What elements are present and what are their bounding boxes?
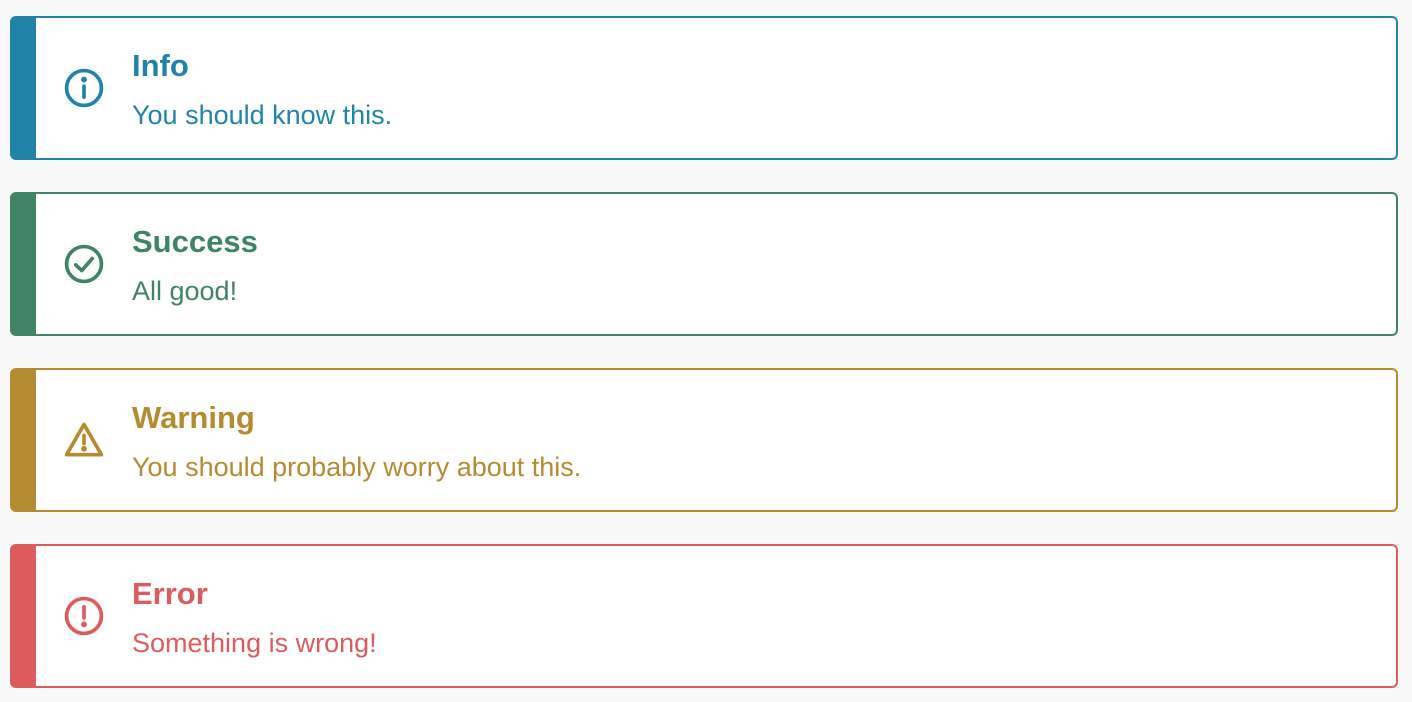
info-icon [62, 66, 106, 110]
alert-info: Info You should know this. [10, 16, 1398, 160]
alert-message: You should probably worry about this. [132, 452, 582, 482]
error-circle-icon [62, 594, 106, 638]
alert-list: Info You should know this. Success All g… [10, 16, 1398, 688]
alert-warning: Warning You should probably worry about … [10, 368, 1398, 512]
alert-title: Success [132, 224, 258, 259]
check-circle-icon [62, 242, 106, 286]
alert-message: You should know this. [132, 100, 393, 130]
alert-message: All good! [132, 276, 238, 306]
alert-error: Error Something is wrong! [10, 544, 1398, 688]
alert-title: Warning [132, 400, 255, 435]
alert-message: Something is wrong! [132, 628, 377, 658]
alert-success: Success All good! [10, 192, 1398, 336]
alert-title: Error [132, 576, 208, 611]
alert-title: Info [132, 48, 189, 83]
warning-triangle-icon [62, 418, 106, 462]
